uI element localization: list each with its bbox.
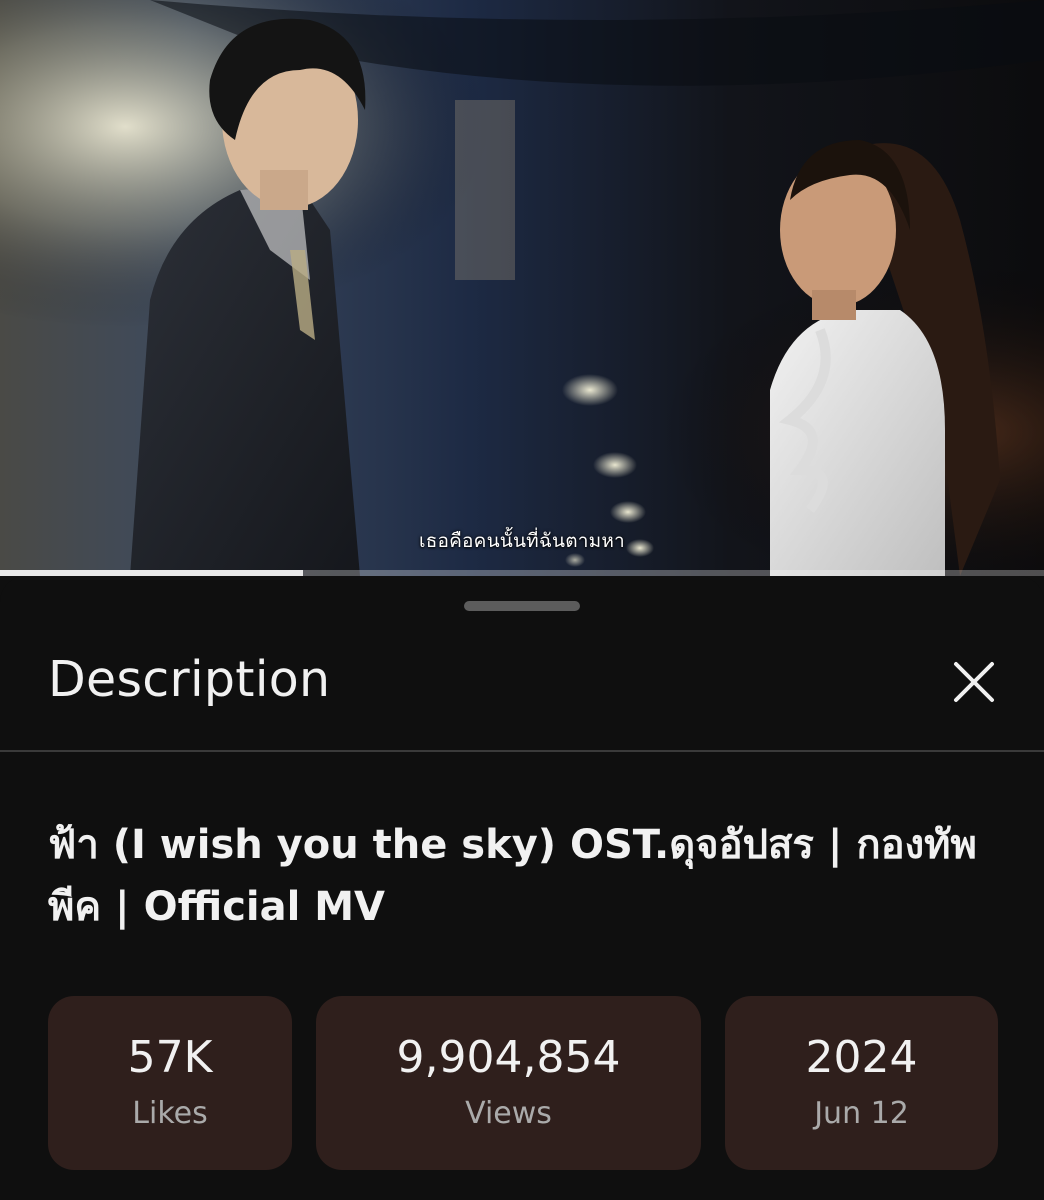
views-label: Views [465,1096,552,1131]
sheet-divider [0,750,1044,752]
likes-label: Likes [132,1096,208,1131]
upload-date: Jun 12 [814,1096,909,1131]
video-player[interactable]: เธอคือคนนั้นที่ฉันตามหา [0,0,1044,576]
description-sheet: Description ฟ้า (I wish you the sky) OST… [0,576,1044,1200]
likes-stat[interactable]: 57K Likes [48,996,292,1170]
views-count: 9,904,854 [396,1032,621,1083]
sheet-drag-handle[interactable] [464,601,580,611]
likes-count: 57K [127,1032,213,1083]
close-icon [954,662,994,702]
video-subtitle: เธอคือคนนั้นที่ฉันตามหา [419,530,625,552]
sheet-title: Description [48,651,331,708]
app-root: เธอคือคนนั้นที่ฉันตามหา Description ฟ้า … [0,0,1044,1200]
views-stat[interactable]: 9,904,854 Views [316,996,701,1170]
video-frame [0,0,1044,576]
upload-year: 2024 [805,1032,918,1083]
video-title: ฟ้า (I wish you the sky) OST.ดุจอัปสร | … [48,822,977,930]
date-stat[interactable]: 2024 Jun 12 [725,996,998,1170]
close-button[interactable] [944,652,1004,712]
